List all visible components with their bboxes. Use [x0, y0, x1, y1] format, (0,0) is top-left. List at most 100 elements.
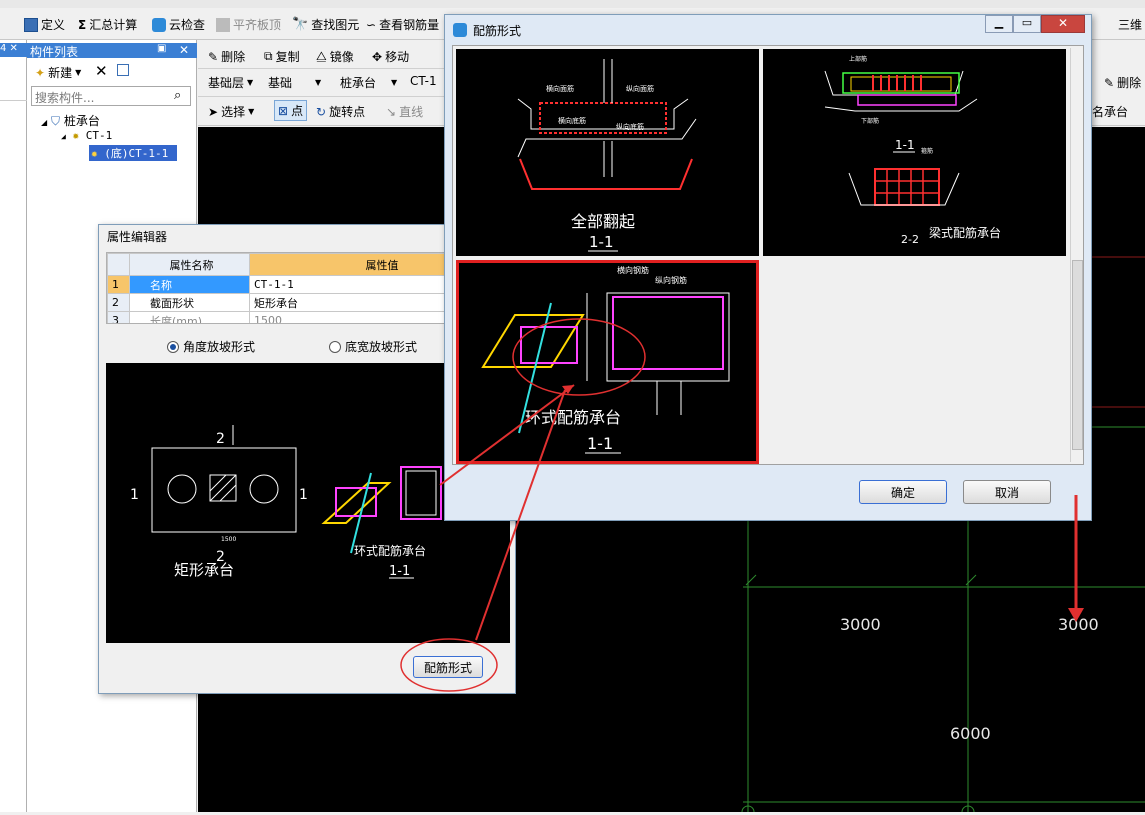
layer-type-select[interactable]: 基础 ▼ [268, 74, 321, 91]
scrollbar-thumb[interactable] [1072, 260, 1083, 450]
layer-select[interactable]: 基础层 ▼ [208, 74, 253, 91]
point-icon: ⊠ [278, 103, 289, 118]
select-button[interactable]: ➤ 选择 ▼ [208, 103, 254, 120]
gear-icon: ✹ [72, 129, 80, 142]
label-top-rebar: 上部筋 [849, 55, 867, 63]
pile-cap-icon: ⛉ [50, 114, 60, 128]
option-2-title: 梁式配筋承台 [929, 225, 1001, 240]
option-1-title: 全部翻起 [571, 212, 635, 231]
dim-1500-bottom: 1500 [221, 536, 236, 543]
dim-3000-right: 3000 [1058, 615, 1099, 634]
eraser-icon: ✎ [208, 49, 219, 64]
label-bottom-rebar: 下部筋 [861, 117, 879, 125]
point-button[interactable]: ⊠ 点 [274, 100, 308, 121]
radio-checked-icon [167, 340, 179, 353]
label-horizontal-bottom: 横向底筋 [558, 116, 586, 125]
close-icon[interactable]: ✕ [179, 43, 189, 57]
delete-button[interactable]: ✎ 删除 [208, 48, 245, 65]
label-stirrup: 箍筋 [921, 147, 933, 155]
search-input[interactable]: 搜索构件... ⌕ [31, 86, 191, 106]
gear-icon: ✹ [91, 147, 98, 160]
copy-icon[interactable] [117, 64, 129, 76]
move-icon: ✥ [372, 49, 383, 64]
radio-angle-slope[interactable]: 角度放坡形式 [167, 338, 255, 355]
find-element-button[interactable]: 🔭 查找图元 [292, 16, 359, 33]
left-edge-panel: 4 ✕ [0, 40, 27, 812]
ok-button[interactable]: 确定 [859, 480, 947, 504]
rebar-icon: ∽ [366, 17, 377, 32]
option-2-section-1: 1-1 [895, 138, 915, 152]
tree-item-ct1[interactable]: ◢ ✹ CT-1 [61, 129, 112, 142]
expand-icon[interactable]: ◢ [61, 132, 66, 141]
label-vertical-rebar: 纵向钢筋 [655, 275, 687, 285]
tree-item-pile-cap[interactable]: ◢ ⛉ 桩承台 [41, 112, 100, 129]
label-1-right: 1 [299, 487, 308, 503]
dim-6000: 6000 [950, 724, 991, 743]
label-vertical-top: 纵向面筋 [626, 84, 654, 93]
component-select[interactable]: CT-1 [410, 74, 437, 88]
cloud-check-icon [152, 17, 166, 32]
copy-icon: ⧉ [264, 49, 273, 63]
cancel-button[interactable]: 取消 [963, 480, 1051, 504]
annotation-circle [400, 638, 498, 692]
minimize-button[interactable]: ▁ [985, 15, 1013, 33]
option-beam-type[interactable]: 上部筋 下部筋 1-1 箍筋 2-2 梁式配筋承台 [763, 49, 1066, 256]
option-ring-type[interactable]: 横向钢筋 纵向钢筋 环式配筋承台 1-1 [456, 260, 759, 464]
label-horizontal-rebar: 横向钢筋 [617, 265, 649, 275]
tree-item-ct1-1[interactable]: ✹ (底)CT-1-1 [89, 145, 177, 161]
col-header-name: 属性名称 [129, 253, 250, 276]
radio-unchecked-icon [329, 340, 341, 353]
eraser-icon: ✎ [1104, 75, 1115, 90]
cloud-check-button[interactable]: 云检查 [152, 16, 205, 33]
option-3-section: 1-1 [587, 434, 613, 453]
flat-top-icon [216, 17, 230, 32]
scrollbar[interactable] [1070, 48, 1083, 462]
binoculars-icon: 🔭 [292, 17, 309, 32]
delete-icon[interactable]: ✕ [95, 62, 108, 80]
new-button[interactable]: ✦ 新建 ▼ [35, 64, 81, 81]
mirror-icon: ⧋ [316, 49, 327, 63]
line-icon: ↘ [386, 104, 397, 119]
search-icon[interactable]: ⌕ [174, 88, 181, 103]
options-area: 横向面筋 纵向面筋 横向底筋 纵向底筋 全部翻起 1-1 上部筋 下部筋 1-1… [452, 45, 1084, 465]
expand-icon[interactable]: ◢ [41, 118, 47, 127]
chevron-down-icon: ▼ [75, 68, 82, 77]
option-1-section: 1-1 [589, 233, 614, 251]
new-icon: ✦ [35, 65, 46, 80]
label-2-top: 2 [216, 431, 225, 447]
maximize-button[interactable]: ▭ [1013, 15, 1041, 33]
rotate-icon: ↻ [316, 104, 327, 119]
define-button[interactable]: 定义 [24, 16, 65, 33]
option-3-title: 环式配筋承台 [525, 408, 621, 427]
dim-3000-left: 3000 [840, 615, 881, 634]
rebar-form-dialog: 配筋形式 ▁ ▭ ✕ 横向面筋 纵向面筋 横向底筋 纵向底筋 全部翻起 1-1 [444, 14, 1092, 521]
name-cap-button[interactable]: 名承台 [1092, 103, 1128, 120]
mirror-button[interactable]: ⧋ 镜像 [316, 48, 354, 65]
define-icon [24, 17, 38, 32]
label-vertical-bottom: 纵向底筋 [616, 122, 644, 131]
three-d-button[interactable]: 三维 [1118, 16, 1142, 33]
app-icon [453, 23, 467, 37]
radio-bottom-slope[interactable]: 底宽放坡形式 [329, 338, 417, 355]
label-horizontal-top: 横向面筋 [546, 84, 574, 93]
sigma-icon: Σ [78, 17, 87, 32]
delete-right-button[interactable]: ✎ 删除 [1104, 74, 1141, 91]
copy-button[interactable]: ⧉ 复制 [264, 48, 300, 65]
option-all-bent[interactable]: 横向面筋 纵向面筋 横向底筋 纵向底筋 全部翻起 1-1 [456, 49, 759, 256]
cursor-icon: ➤ [208, 104, 219, 119]
component-list-title: 构件列表 ▣ ✕ [27, 43, 197, 59]
view-rebar-button[interactable]: ∽ 查看钢筋量 [366, 16, 439, 33]
rotate-point-button[interactable]: ↻ 旋转点 [316, 103, 365, 120]
sum-button[interactable]: Σ 汇总计算 [78, 16, 137, 33]
window-controls: ▁ ▭ ✕ [985, 15, 1085, 33]
close-button[interactable]: ✕ [1041, 15, 1085, 33]
line-button[interactable]: ↘ 直线 [386, 103, 423, 120]
ring-cap-title: 环式配筋承台 [354, 543, 426, 558]
ring-cap-section: 1-1 [389, 564, 410, 579]
option-2-section-2: 2-2 [901, 233, 919, 246]
move-button[interactable]: ✥ 移动 [372, 48, 409, 65]
rect-cap-title: 矩形承台 [174, 561, 234, 579]
component-type-select[interactable]: 桩承台 ▼ [340, 74, 397, 91]
pin-icon[interactable]: ▣ [157, 43, 166, 54]
flat-top-button[interactable]: 平齐板顶 [216, 16, 281, 33]
